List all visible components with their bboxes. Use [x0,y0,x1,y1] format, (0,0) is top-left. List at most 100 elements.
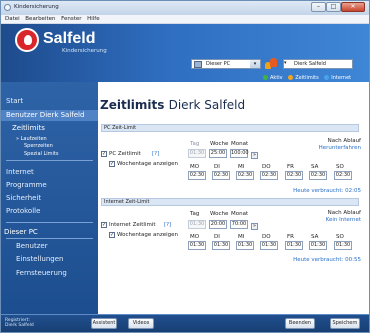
maximize-button[interactable]: □ [326,2,341,12]
menu-fenster[interactable]: Fenster [61,15,81,24]
pc-day-input-sa[interactable]: 02:30 [309,171,327,180]
sidebar-item-fernsteuerung[interactable]: Fernsteuerung [16,269,67,277]
status-aktiv: Aktiv [263,75,283,81]
internet-day-input-di[interactable]: 01:30 [212,241,230,250]
internet-day-di: DI [214,234,220,240]
pc-woche-input[interactable]: 25:00 [209,149,227,158]
page-title-user: Dierk Salfeld [168,98,246,112]
pc-help-link[interactable]: [?] [152,151,159,157]
pc-select-value: Dieser PC [206,61,231,67]
sidebar-divider [6,222,93,223]
internet-day-sa: SA [311,234,319,240]
sidebar: Start Benutzer Dierk Salfeld Zeitlimits … [1,82,98,315]
minimize-button[interactable]: – [311,2,326,12]
app-icon [4,4,11,11]
pc-tag-input[interactable]: 01:30 [188,149,206,158]
user-select[interactable]: Dierk Salfeld ▾ [283,59,353,69]
menu-hilfe[interactable]: Hilfe [87,15,100,24]
internet-section-header: Internet Zeit-Limit [101,198,359,206]
sidebar-item-start[interactable]: Start [6,97,23,105]
pc-day-input-fr[interactable]: 02:30 [285,171,303,180]
pc-day-mo: MO [190,164,200,170]
internet-day-mo: MO [190,234,200,240]
pc-day-di: DI [214,164,220,170]
pc-col-monat: Monat [231,141,249,147]
main-content: Zeitlimits Dierk Salfeld PC Zeit-Limit T… [98,82,369,314]
menu-datei[interactable]: Datei [5,15,20,24]
sidebar-item-sicherheit[interactable]: Sicherheit [6,194,41,202]
speichern-button[interactable]: Speichern [330,318,360,329]
internet-day-input-fr[interactable]: 01:30 [285,241,303,250]
menu-bearbeiten[interactable]: Bearbeiten [25,15,55,24]
pc-day-input-so[interactable]: 02:30 [334,171,352,180]
page-title: Zeitlimits Dierk Salfeld [100,98,246,112]
pc-day-do: DO [262,164,271,170]
internet-help-link[interactable]: [?] [164,222,171,228]
internet-wochentage-checkbox[interactable]: ✓ [109,232,115,238]
internet-zeitlimit-label: Internet Zeitlimit [109,222,156,228]
internet-day-input-mo[interactable]: 01:30 [188,241,206,250]
sidebar-subitem-sperrzeiten[interactable]: Sperrzeiten [24,143,53,149]
pc-wochentage-checkbox[interactable]: ✓ [109,161,115,167]
internet-monat-input[interactable]: 70:00 [230,220,248,229]
registered-info: Registriert: Dierk Salfeld [5,318,34,328]
orange-dot-icon [288,75,294,80]
internet-col-monat: Monat [231,211,249,217]
sidebar-item-zeitlimits[interactable]: Zeitlimits [12,124,45,132]
sidebar-section-pc: Dieser PC [4,228,38,236]
internet-day-input-sa[interactable]: 01:30 [309,241,327,250]
internet-zeitlimit-checkbox[interactable]: ✓ [101,222,107,228]
sidebar-subitem-spezial-limits[interactable]: Spezial Limits [24,151,58,157]
videos-button[interactable]: Videos [128,318,154,329]
pc-day-input-mi[interactable]: 02:30 [236,171,254,180]
pc-more-button[interactable]: » [251,152,258,159]
sidebar-item-benutzer[interactable]: Benutzer [16,242,48,250]
pc-col-tag: Tag [190,141,200,147]
internet-day-do: DO [262,234,271,240]
pc-day-mi: MI [238,164,245,170]
pc-day-input-di[interactable]: 02:30 [212,171,230,180]
internet-nach-ablauf: Nach Ablauf [327,210,361,216]
assistent-button[interactable]: Assistent [91,318,117,329]
pc-day-input-mo[interactable]: 02:30 [188,171,206,180]
sidebar-divider [6,238,93,239]
menu-bar: Datei Bearbeiten Fenster Hilfe [1,15,369,24]
sidebar-item-protokolle[interactable]: Protokolle [6,207,40,215]
internet-day-so: SO [336,234,344,240]
computer-icon [194,61,202,68]
title-bar: Kindersicherung – □ ✕ [1,1,369,15]
green-dot-icon [263,75,268,80]
internet-ablauf-action-link[interactable]: Kein Internet [298,217,361,223]
internet-tag-input[interactable]: 01:30 [188,220,206,229]
internet-day-input-mi[interactable]: 01:30 [236,241,254,250]
chevron-down-icon[interactable]: ▾ [250,60,260,68]
status-internet: Internet [324,75,351,81]
sidebar-subitem-laufzeiten[interactable]: » Laufzeiten [16,136,47,142]
beenden-button[interactable]: Beenden [285,318,315,329]
internet-woche-input[interactable]: 20:00 [209,220,227,229]
internet-heute-verbraucht: Heute verbraucht: 00:55 [293,257,361,263]
sidebar-item-user[interactable]: Benutzer Dierk Salfeld [1,110,98,121]
blue-dot-icon [324,75,330,80]
pc-select[interactable]: Dieser PC ▾ [191,59,261,69]
internet-more-button[interactable]: » [251,223,258,230]
status-legend: Aktiv Zeitlimits Internet [263,75,355,81]
sidebar-item-einstellungen[interactable]: Einstellungen [16,255,63,263]
salfeld-logo-icon [15,28,39,52]
pc-ablauf-action-link[interactable]: Herunterfahren [298,145,361,151]
pc-monat-input[interactable]: 100:00 [230,149,249,158]
sidebar-item-programme[interactable]: Programme [6,181,47,189]
sidebar-item-internet[interactable]: Internet [6,168,34,176]
pc-day-input-do[interactable]: 02:30 [260,171,278,180]
internet-day-input-do[interactable]: 01:30 [260,241,278,250]
close-button[interactable]: ✕ [341,2,365,12]
sidebar-divider [6,160,93,161]
footer-bar: Registriert: Dierk Salfeld Assistent Vid… [1,314,369,332]
pc-section-header: PC Zeit-Limit [101,124,359,132]
user-select-value: Dierk Salfeld [294,61,326,67]
internet-col-tag: Tag [190,211,200,217]
internet-day-input-so[interactable]: 01:30 [334,241,352,250]
pc-zeitlimit-checkbox[interactable]: ✓ [101,151,107,157]
internet-day-mi: MI [238,234,245,240]
internet-day-fr: FR [287,234,294,240]
